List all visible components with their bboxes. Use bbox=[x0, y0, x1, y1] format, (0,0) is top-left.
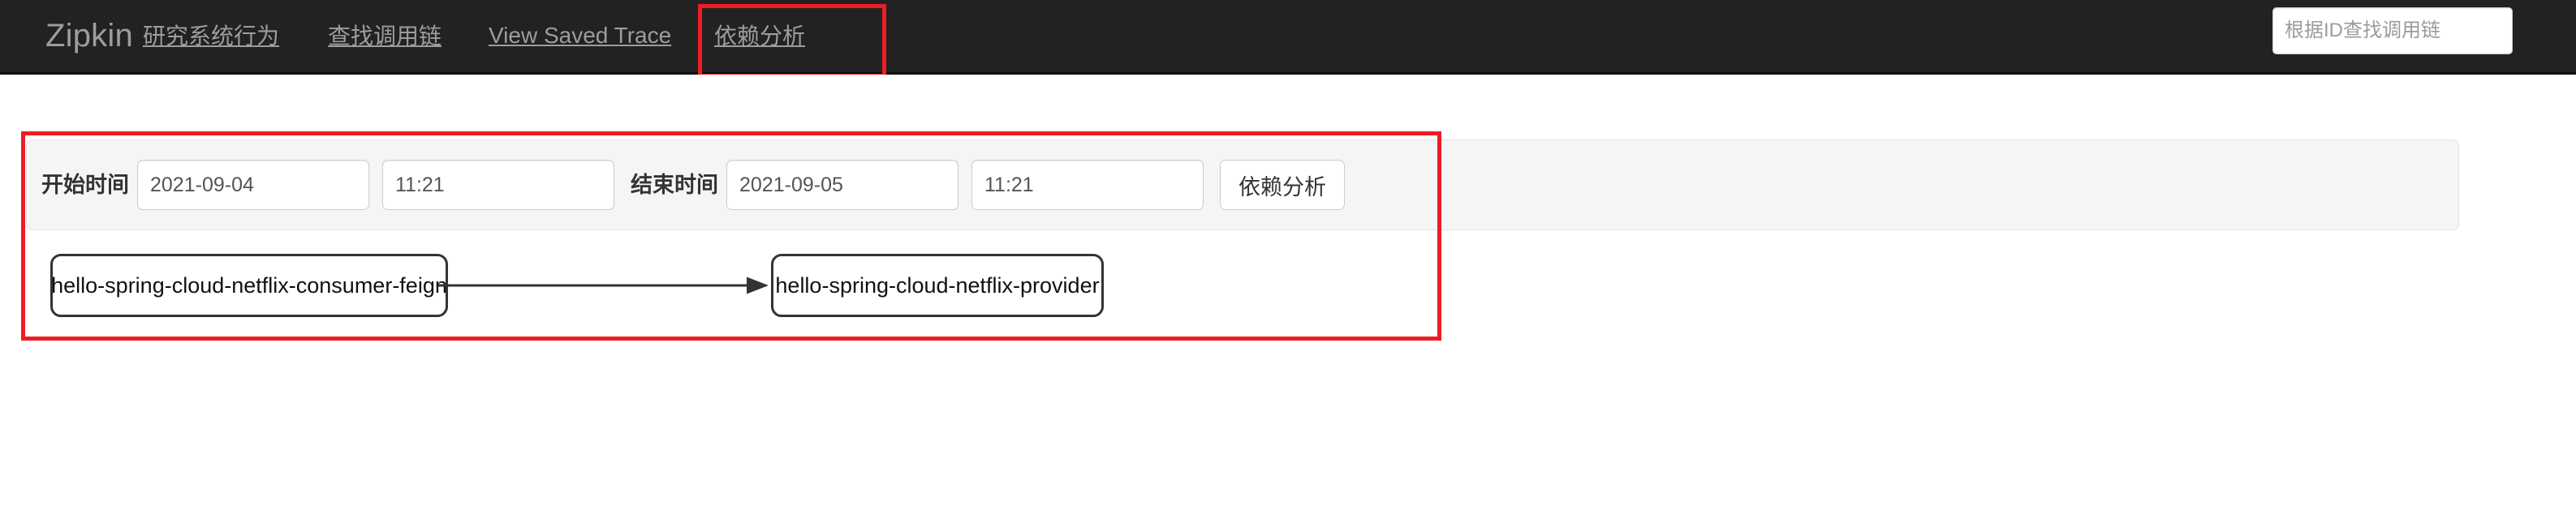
top-navbar: Zipkin 研究系统行为 查找调用链 View Saved Trace 依赖分… bbox=[0, 0, 2576, 78]
brand-zipkin[interactable]: Zipkin bbox=[45, 18, 133, 54]
nav-link-dependency-analysis[interactable]: 依赖分析 bbox=[714, 22, 805, 51]
navbar-inner: Zipkin 研究系统行为 查找调用链 View Saved Trace 依赖分… bbox=[0, 0, 2576, 78]
graph-node-provider[interactable]: hello-spring-cloud-netflix-provider bbox=[771, 254, 1104, 317]
end-time-input[interactable] bbox=[971, 160, 1204, 210]
start-time-label: 开始时间 bbox=[41, 173, 129, 197]
analyze-dependencies-button[interactable]: 依赖分析 bbox=[1220, 160, 1345, 210]
graph-node-consumer[interactable]: hello-spring-cloud-netflix-consumer-feig… bbox=[50, 254, 448, 317]
time-range-form-row: 开始时间 结束时间 依赖分析 bbox=[41, 153, 1345, 217]
end-time-label: 结束时间 bbox=[631, 173, 718, 197]
search-input[interactable] bbox=[2273, 8, 2512, 54]
time-range-form-panel: 开始时间 结束时间 依赖分析 bbox=[26, 139, 2459, 230]
nav-link-view-saved-trace[interactable]: View Saved Trace bbox=[489, 21, 671, 50]
end-date-input[interactable] bbox=[726, 160, 958, 210]
nav-link-system-behavior[interactable]: 研究系统行为 bbox=[143, 22, 279, 51]
graph-edge-consumer-to-provider bbox=[438, 277, 769, 294]
trace-id-search-box[interactable] bbox=[2272, 7, 2513, 54]
main-content: 开始时间 结束时间 依赖分析 hello-spring-cloud-netfli… bbox=[0, 75, 2576, 519]
dependency-graph: hello-spring-cloud-netflix-consumer-feig… bbox=[0, 241, 1453, 342]
start-date-input[interactable] bbox=[137, 160, 369, 210]
start-time-input[interactable] bbox=[382, 160, 614, 210]
nav-link-find-trace[interactable]: 查找调用链 bbox=[328, 22, 442, 51]
